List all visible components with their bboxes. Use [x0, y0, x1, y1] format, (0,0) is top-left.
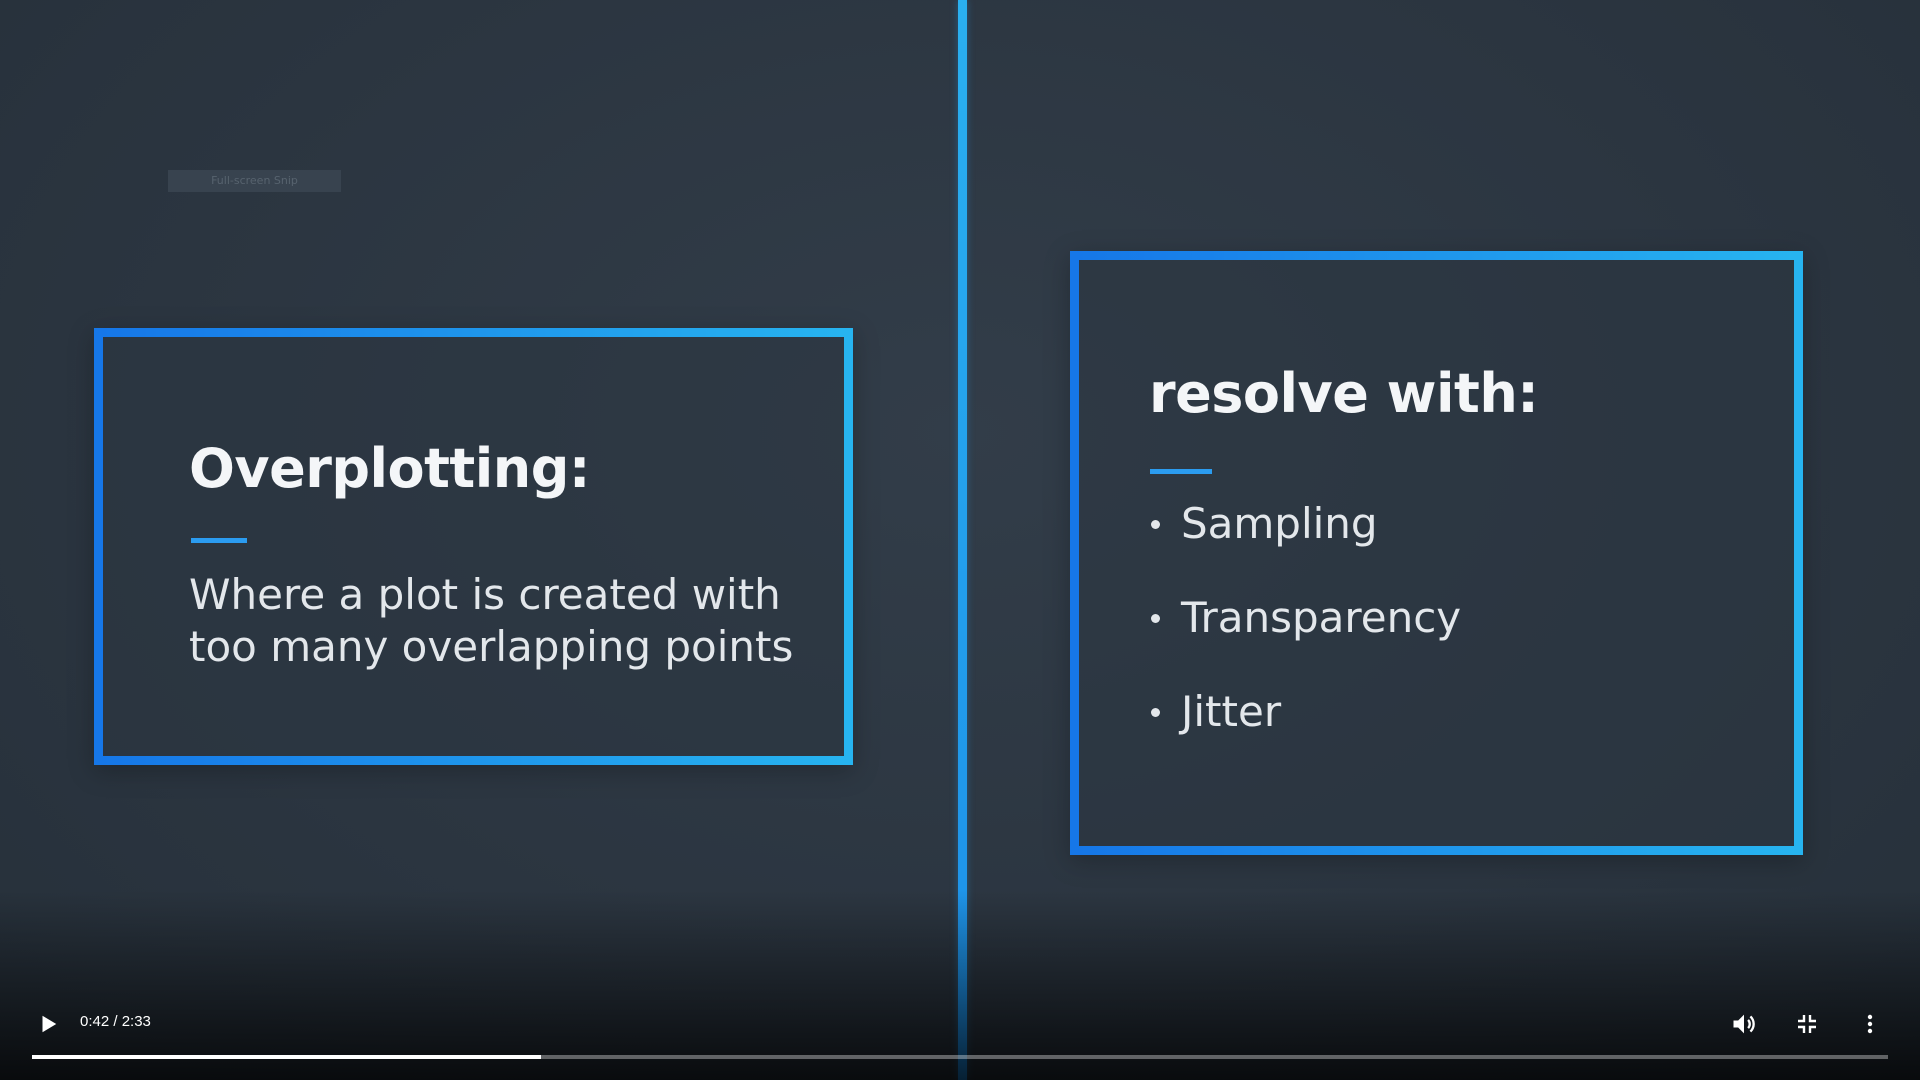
heading-accent-line [191, 538, 247, 543]
video-frame[interactable]: Full-screen Snip Overplotting: Where a p… [0, 0, 1920, 1080]
exit-fullscreen-button[interactable] [1787, 1004, 1827, 1044]
definition-line: too many overlapping points [189, 622, 794, 671]
heading-accent-line [1150, 469, 1212, 474]
play-button[interactable] [28, 1004, 68, 1044]
play-icon [42, 1015, 57, 1033]
bullet-dot [1151, 708, 1160, 717]
overplotting-heading: Overplotting: [189, 437, 590, 500]
time-display: 0:42 / 2:33 [80, 1013, 151, 1030]
list-item-label: Sampling [1181, 499, 1378, 548]
bullet-dot [1151, 614, 1160, 623]
list-item-label: Jitter [1181, 687, 1282, 736]
resolve-list: Sampling Transparency Jitter [1149, 498, 1461, 780]
volume-button[interactable] [1724, 1004, 1764, 1044]
progress-played [32, 1055, 542, 1059]
overplotting-card: Overplotting: Where a plot is created wi… [94, 328, 853, 765]
exit-fullscreen-icon [1798, 1015, 1816, 1033]
list-item-label: Transparency [1181, 593, 1462, 642]
volume-icon [1733, 1014, 1755, 1034]
definition-line: Where a plot is created with [189, 570, 781, 619]
resolve-card: resolve with: Sampling Transparency Jitt… [1070, 251, 1803, 855]
more-options-button[interactable] [1850, 1004, 1890, 1044]
snip-overlay-label: Full-screen Snip [168, 170, 341, 192]
bullet-dot [1151, 520, 1160, 529]
progress-bar[interactable] [32, 1055, 1888, 1059]
list-item: Jitter [1149, 686, 1461, 780]
resolve-heading: resolve with: [1149, 362, 1539, 425]
video-controls: 0:42 / 2:33 [0, 1000, 1920, 1080]
list-item: Transparency [1149, 592, 1461, 686]
more-vert-icon [1867, 1014, 1873, 1034]
overplotting-definition: Where a plot is created with too many ov… [189, 569, 809, 673]
list-item: Sampling [1149, 498, 1461, 592]
